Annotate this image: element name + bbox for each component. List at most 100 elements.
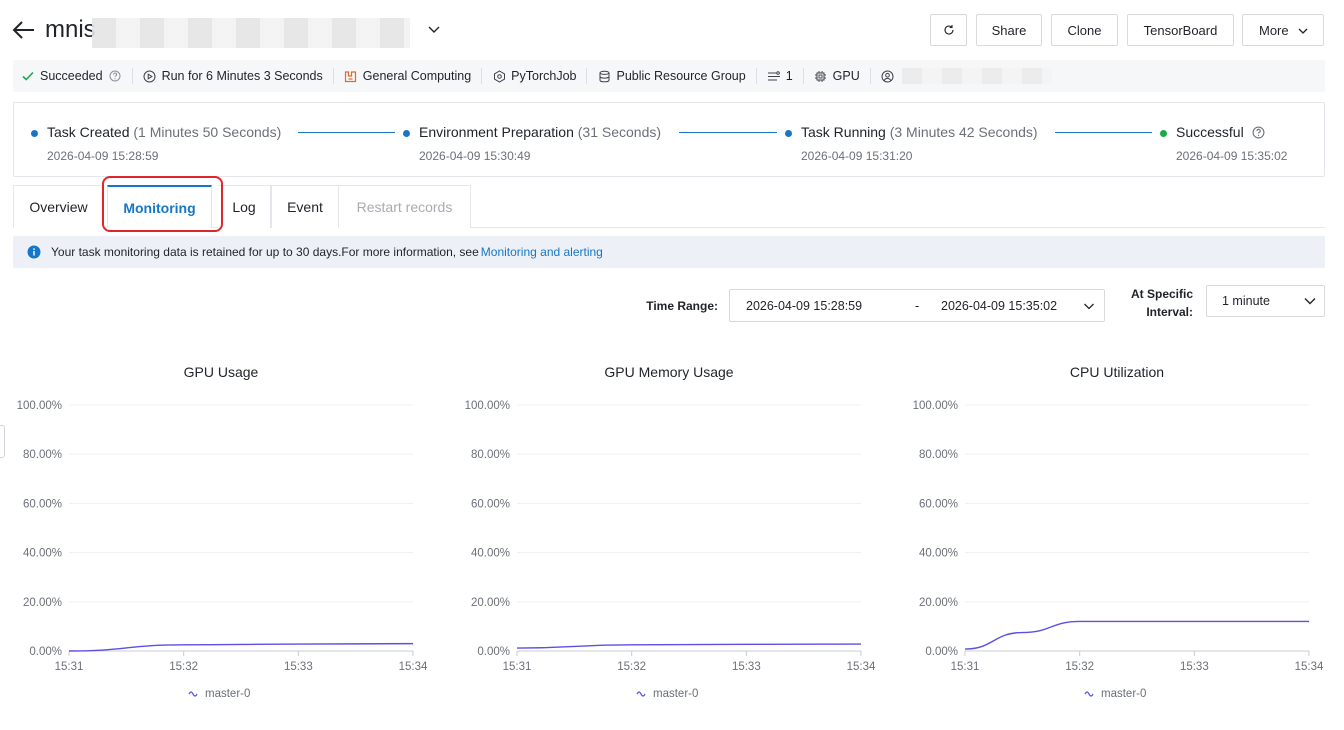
step-name: Successful <box>1176 124 1265 140</box>
user-icon <box>881 69 895 83</box>
redacted-owner <box>901 68 1052 84</box>
y-tick-label: 80.00% <box>919 449 958 461</box>
chevron-down-icon <box>1084 303 1094 310</box>
tab-overview[interactable]: Overview <box>13 185 104 228</box>
node-count-item: 1 <box>757 68 804 84</box>
interval-value: 1 minute <box>1222 294 1270 308</box>
legend-item[interactable]: master-0 <box>653 688 698 700</box>
interval-label-line1: At Specific <box>1130 287 1193 301</box>
notice-text: Your task monitoring data is retained fo… <box>51 245 479 259</box>
step-label: Successful <box>1176 124 1244 140</box>
resource-group-text: Public Resource Group <box>616 69 746 83</box>
resource-type-item: General Computing <box>334 68 483 84</box>
legend-marker <box>188 691 198 697</box>
step-time: 2026-04-09 15:30:49 <box>419 149 531 163</box>
status-text: Succeeded <box>40 69 103 83</box>
y-tick-label: 0.00% <box>29 646 62 658</box>
step-label: Task Created <box>47 124 130 140</box>
y-tick-label: 20.00% <box>471 597 510 609</box>
x-tick-label: 15:34 <box>1295 661 1324 673</box>
x-tick-label: 15:33 <box>1180 661 1209 673</box>
step-name: Task Running (3 Minutes 42 Seconds) <box>801 124 1038 140</box>
step-connector <box>679 132 777 133</box>
resource-type-text: General Computing <box>362 69 472 83</box>
step-name: Environment Preparation (31 Seconds) <box>419 124 661 140</box>
y-tick-label: 40.00% <box>23 548 62 560</box>
step-connector <box>298 132 395 133</box>
y-tick-label: 60.00% <box>471 498 510 510</box>
time-range-picker[interactable]: 2026-04-09 15:28:59 - 2026-04-09 15:35:0… <box>729 289 1105 322</box>
y-tick-label: 0.00% <box>477 646 510 658</box>
chevron-down-icon[interactable] <box>426 22 442 38</box>
tab-event[interactable]: Event <box>271 185 339 228</box>
database-icon <box>597 69 611 83</box>
y-tick-label: 100.00% <box>913 400 958 412</box>
x-tick-label: 15:32 <box>1065 661 1094 673</box>
resource-group-item: Public Resource Group <box>587 68 757 84</box>
legend-marker <box>636 691 646 697</box>
detail-tabs: Overview Monitoring Log Event Restart re… <box>13 185 1325 228</box>
refresh-icon <box>943 25 954 35</box>
range-separator: - <box>915 299 920 313</box>
y-tick-label: 0.00% <box>925 646 958 658</box>
y-tick-label: 20.00% <box>23 597 62 609</box>
x-tick-label: 15:31 <box>951 661 980 673</box>
job-type-text: PyTorchJob <box>511 69 577 83</box>
check-icon <box>21 69 35 83</box>
tab-log[interactable]: Log <box>218 185 271 228</box>
refresh-button[interactable] <box>930 14 967 46</box>
help-icon[interactable] <box>108 69 122 83</box>
clone-button[interactable]: Clone <box>1051 14 1118 46</box>
chart-title: GPU Memory Usage <box>604 364 733 380</box>
step-name: Task Created (1 Minutes 50 Seconds) <box>47 124 281 140</box>
monitoring-alerting-link[interactable]: Monitoring and alerting <box>481 245 603 259</box>
y-tick-label: 80.00% <box>23 449 62 461</box>
series-line-master-0[interactable] <box>964 620 1309 650</box>
run-time-item: Run for 6 Minutes 3 Seconds <box>133 68 334 84</box>
tensorboard-button[interactable]: TensorBoard <box>1127 14 1234 46</box>
step-dot <box>403 130 410 137</box>
compute-icon <box>344 69 358 83</box>
owner-item <box>871 68 1062 84</box>
device-text: GPU <box>832 69 860 83</box>
step-dot <box>785 130 792 137</box>
success-dot <box>1160 130 1167 137</box>
back-arrow-icon[interactable] <box>12 17 36 43</box>
tab-restart-records: Restart records <box>338 185 471 228</box>
x-tick-label: 15:32 <box>617 661 646 673</box>
y-tick-label: 40.00% <box>471 548 510 560</box>
range-start[interactable]: 2026-04-09 15:28:59 <box>746 299 862 313</box>
node-count-text: 1 <box>785 69 793 83</box>
tab-monitoring[interactable]: Monitoring <box>107 185 212 228</box>
x-tick-label: 15:31 <box>55 661 84 673</box>
help-icon[interactable] <box>1252 126 1265 139</box>
more-button[interactable]: More <box>1242 14 1324 46</box>
legend-marker <box>1084 691 1094 697</box>
legend-item[interactable]: master-0 <box>205 688 250 700</box>
cpu-utilization-chart: CPU Utilization 0.00% 20.00% 40.00% 60.00% 80… <box>896 355 1336 715</box>
job-timeline: Task Created (1 Minutes 50 Seconds) 2026… <box>13 102 1325 177</box>
nodes-icon <box>767 69 781 83</box>
series-line-master-0[interactable] <box>516 643 862 649</box>
time-range-label: Time Range: <box>646 299 718 313</box>
info-notice: Your task monitoring data is retained fo… <box>13 236 1325 268</box>
interval-select[interactable]: 1 minute <box>1206 285 1325 317</box>
series-line-master-0[interactable] <box>68 642 414 652</box>
y-tick-label: 40.00% <box>919 548 958 560</box>
step-time: 2026-04-09 15:35:02 <box>1176 149 1288 163</box>
y-tick-label: 20.00% <box>919 597 958 609</box>
x-tick-label: 15:31 <box>503 661 532 673</box>
range-end[interactable]: 2026-04-09 15:35:02 <box>941 299 1057 313</box>
status-item: Succeeded <box>13 68 133 84</box>
share-button[interactable]: Share <box>976 14 1042 46</box>
page-title: mnis <box>45 16 96 43</box>
legend-item[interactable]: master-0 <box>1101 688 1146 700</box>
y-tick-label: 100.00% <box>17 400 62 412</box>
step-time: 2026-04-09 15:28:59 <box>47 149 159 163</box>
x-tick-label: 15:33 <box>732 661 761 673</box>
y-tick-label: 60.00% <box>919 498 958 510</box>
chart-title: GPU Usage <box>184 364 259 380</box>
y-tick-label: 80.00% <box>471 449 510 461</box>
step-time: 2026-04-09 15:31:20 <box>801 149 913 163</box>
chevron-down-icon <box>1298 28 1308 34</box>
